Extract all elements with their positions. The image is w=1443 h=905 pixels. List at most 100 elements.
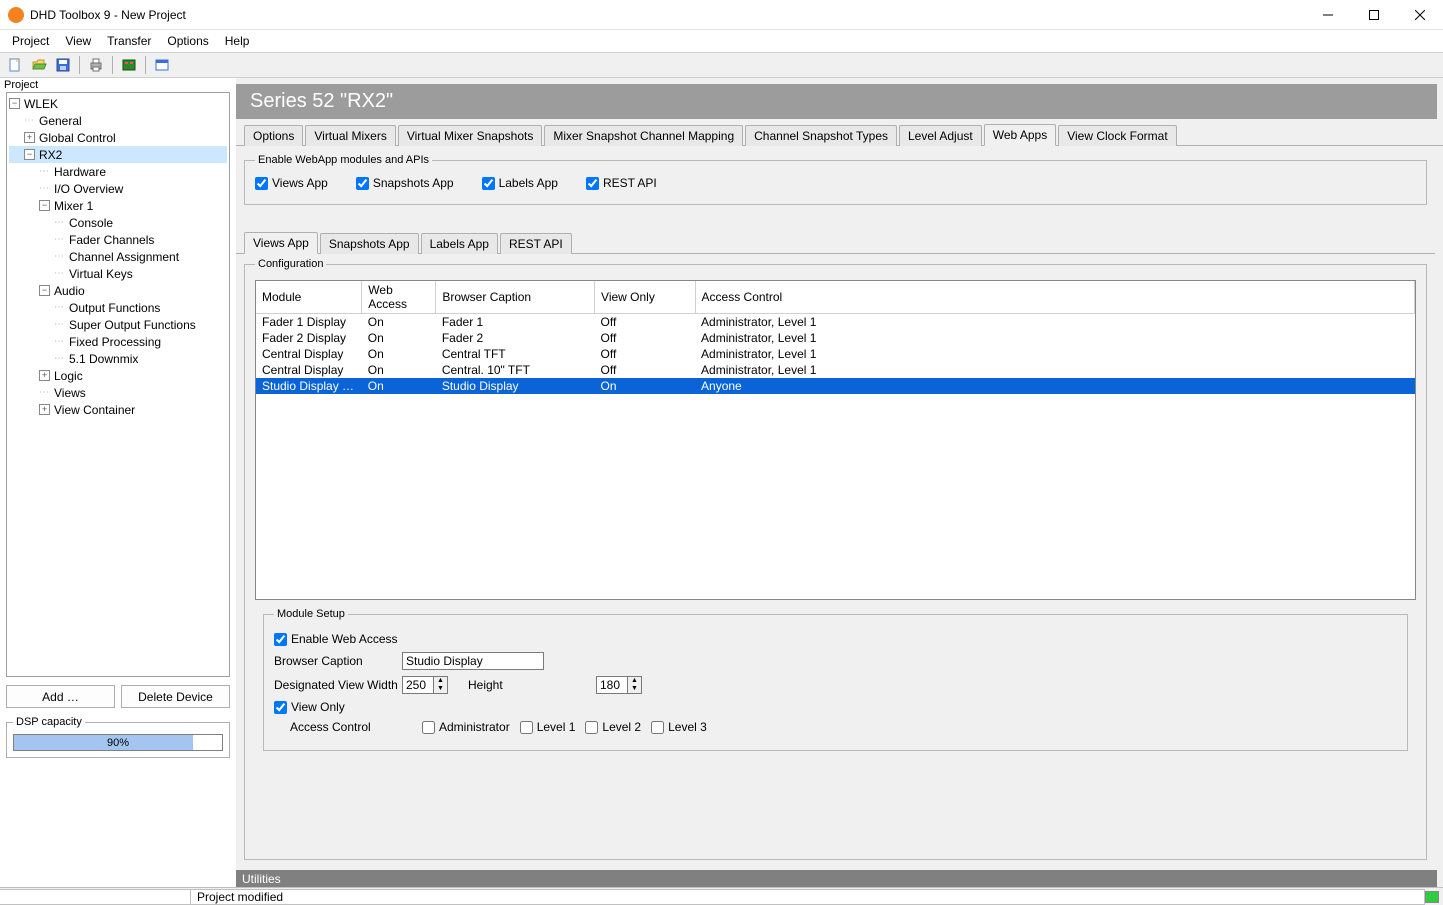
sidebar: Project −WLEK⋯General+Global Control−RX2…	[0, 78, 236, 887]
tree-item[interactable]: + View Container	[9, 401, 227, 418]
tab-channel-snapshot-types[interactable]: Channel Snapshot Types	[745, 125, 897, 146]
page-title: Series 52 "RX2"	[236, 84, 1437, 119]
tree-item[interactable]: ⋯Hardware	[9, 163, 227, 180]
access-administrator[interactable]: Administrator	[422, 720, 510, 734]
enable-web-access-checkbox[interactable]: Enable Web Access	[274, 632, 398, 646]
column-header[interactable]: View Only	[595, 281, 696, 314]
table-row[interactable]: Central DisplayOnCentral TFTOffAdministr…	[256, 346, 1415, 362]
tree-item[interactable]: ⋯I/O Overview	[9, 180, 227, 197]
tree-item[interactable]: −RX2	[9, 146, 227, 163]
add-button[interactable]: Add …	[6, 685, 115, 708]
save-icon[interactable]	[52, 54, 74, 76]
dsp-capacity-group: DSP capacity 90%	[6, 716, 230, 758]
check-labels-app[interactable]: Labels App	[482, 176, 558, 190]
tree-item[interactable]: ⋯5.1 Downmix	[9, 350, 227, 367]
tree-toggle-icon[interactable]: −	[24, 149, 35, 160]
menu-transfer[interactable]: Transfer	[99, 32, 159, 50]
check-rest-api[interactable]: REST API	[586, 176, 657, 190]
tree-item[interactable]: ⋯Console	[9, 214, 227, 231]
browser-caption-input[interactable]	[402, 652, 544, 670]
print-icon[interactable]	[85, 54, 107, 76]
menu-options[interactable]: Options	[159, 32, 216, 50]
titlebar: DHD Toolbox 9 - New Project	[0, 0, 1443, 30]
table-row[interactable]: Central DisplayOnCentral. 10" TFTOffAdmi…	[256, 362, 1415, 378]
tree-item[interactable]: −WLEK	[9, 95, 227, 112]
tree-item[interactable]: −Mixer 1	[9, 197, 227, 214]
column-header[interactable]: Browser Caption	[436, 281, 595, 314]
table-row[interactable]: Fader 1 DisplayOnFader 1OffAdministrator…	[256, 314, 1415, 331]
tree-toggle-icon[interactable]: −	[39, 200, 50, 211]
tree-item[interactable]: +Logic	[9, 367, 227, 384]
tree-item[interactable]: ⋯Fader Channels	[9, 231, 227, 248]
access-level-2[interactable]: Level 2	[585, 720, 641, 734]
subtab-views-app[interactable]: Views App	[244, 232, 318, 254]
tree-item[interactable]: ⋯Virtual Keys	[9, 265, 227, 282]
new-icon[interactable]	[4, 54, 26, 76]
table-row[interactable]: Fader 2 DisplayOnFader 2OffAdministrator…	[256, 330, 1415, 346]
tab-mixer-snapshot-channel-mapping[interactable]: Mixer Snapshot Channel Mapping	[544, 125, 743, 146]
tree-toggle-icon[interactable]: +	[39, 370, 50, 381]
tree-toggle-icon[interactable]: +	[39, 404, 50, 415]
open-icon[interactable]	[28, 54, 50, 76]
tree-item-label: Channel Assignment	[69, 250, 179, 264]
spin-up-icon[interactable]: ▲	[628, 677, 641, 685]
tree-item[interactable]: ⋯Fixed Processing	[9, 333, 227, 350]
menu-help[interactable]: Help	[217, 32, 258, 50]
spin-down-icon[interactable]: ▼	[434, 685, 447, 693]
minimize-button[interactable]	[1305, 0, 1351, 30]
tree-item[interactable]: ⋯Super Output Functions	[9, 316, 227, 333]
tree-item[interactable]: +Global Control	[9, 129, 227, 146]
width-input[interactable]	[402, 676, 434, 694]
spin-down-icon[interactable]: ▼	[628, 685, 641, 693]
tab-options[interactable]: Options	[244, 125, 303, 146]
tree-item-label: View Container	[54, 403, 135, 417]
tree-item-label: Views	[54, 386, 86, 400]
menu-project[interactable]: Project	[4, 32, 57, 50]
dsp-legend: DSP capacity	[13, 716, 85, 728]
delete-device-button[interactable]: Delete Device	[121, 685, 230, 708]
close-button[interactable]	[1397, 0, 1443, 30]
module-table[interactable]: ModuleWeb AccessBrowser CaptionView Only…	[255, 280, 1416, 600]
tab-web-apps[interactable]: Web Apps	[984, 124, 1056, 146]
spin-up-icon[interactable]: ▲	[434, 677, 447, 685]
view-only-checkbox[interactable]: View Only	[274, 700, 345, 714]
menubar: Project View Transfer Options Help	[0, 30, 1443, 52]
tree-toggle-icon[interactable]: +	[24, 132, 35, 143]
table-row[interactable]: Studio Display …OnStudio DisplayOnAnyone	[256, 378, 1415, 394]
width-stepper[interactable]: ▲▼	[402, 676, 448, 694]
tree-item[interactable]: −Audio	[9, 282, 227, 299]
column-header[interactable]: Web Access	[362, 281, 436, 314]
access-level-1[interactable]: Level 1	[520, 720, 576, 734]
tree-toggle-icon[interactable]: −	[39, 285, 50, 296]
tab-view-clock-format[interactable]: View Clock Format	[1058, 125, 1176, 146]
check-snapshots-app[interactable]: Snapshots App	[356, 176, 454, 190]
project-tree[interactable]: −WLEK⋯General+Global Control−RX2⋯Hardwar…	[6, 92, 230, 677]
tab-level-adjust[interactable]: Level Adjust	[899, 125, 982, 146]
check-views-app[interactable]: Views App	[255, 176, 328, 190]
content: Series 52 "RX2" OptionsVirtual MixersVir…	[236, 78, 1443, 887]
tree-item-label: Fader Channels	[69, 233, 154, 247]
tree-toggle-icon[interactable]: −	[9, 98, 20, 109]
height-input[interactable]	[596, 676, 628, 694]
subtab-snapshots-app[interactable]: Snapshots App	[320, 233, 419, 254]
configuration-group: Configuration ModuleWeb AccessBrowser Ca…	[244, 258, 1427, 860]
maximize-button[interactable]	[1351, 0, 1397, 30]
tab-virtual-mixers[interactable]: Virtual Mixers	[305, 125, 395, 146]
tab-virtual-mixer-snapshots[interactable]: Virtual Mixer Snapshots	[398, 125, 543, 146]
window-icon[interactable]	[151, 54, 173, 76]
height-stepper[interactable]: ▲▼	[596, 676, 642, 694]
column-header[interactable]: Access Control	[695, 281, 1414, 314]
dsp-bar: 90%	[13, 734, 223, 751]
tree-item[interactable]: ⋯General	[9, 112, 227, 129]
menu-view[interactable]: View	[57, 32, 99, 50]
access-level-3[interactable]: Level 3	[651, 720, 707, 734]
tree-item[interactable]: ⋯Output Functions	[9, 299, 227, 316]
device-icon[interactable]	[118, 54, 140, 76]
tree-item[interactable]: ⋯Views	[9, 384, 227, 401]
utilities-bar[interactable]: Utilities	[236, 870, 1437, 887]
tree-item[interactable]: ⋯Channel Assignment	[9, 248, 227, 265]
window-controls	[1305, 0, 1443, 30]
subtab-rest-api[interactable]: REST API	[500, 233, 572, 254]
subtab-labels-app[interactable]: Labels App	[421, 233, 498, 254]
column-header[interactable]: Module	[256, 281, 362, 314]
